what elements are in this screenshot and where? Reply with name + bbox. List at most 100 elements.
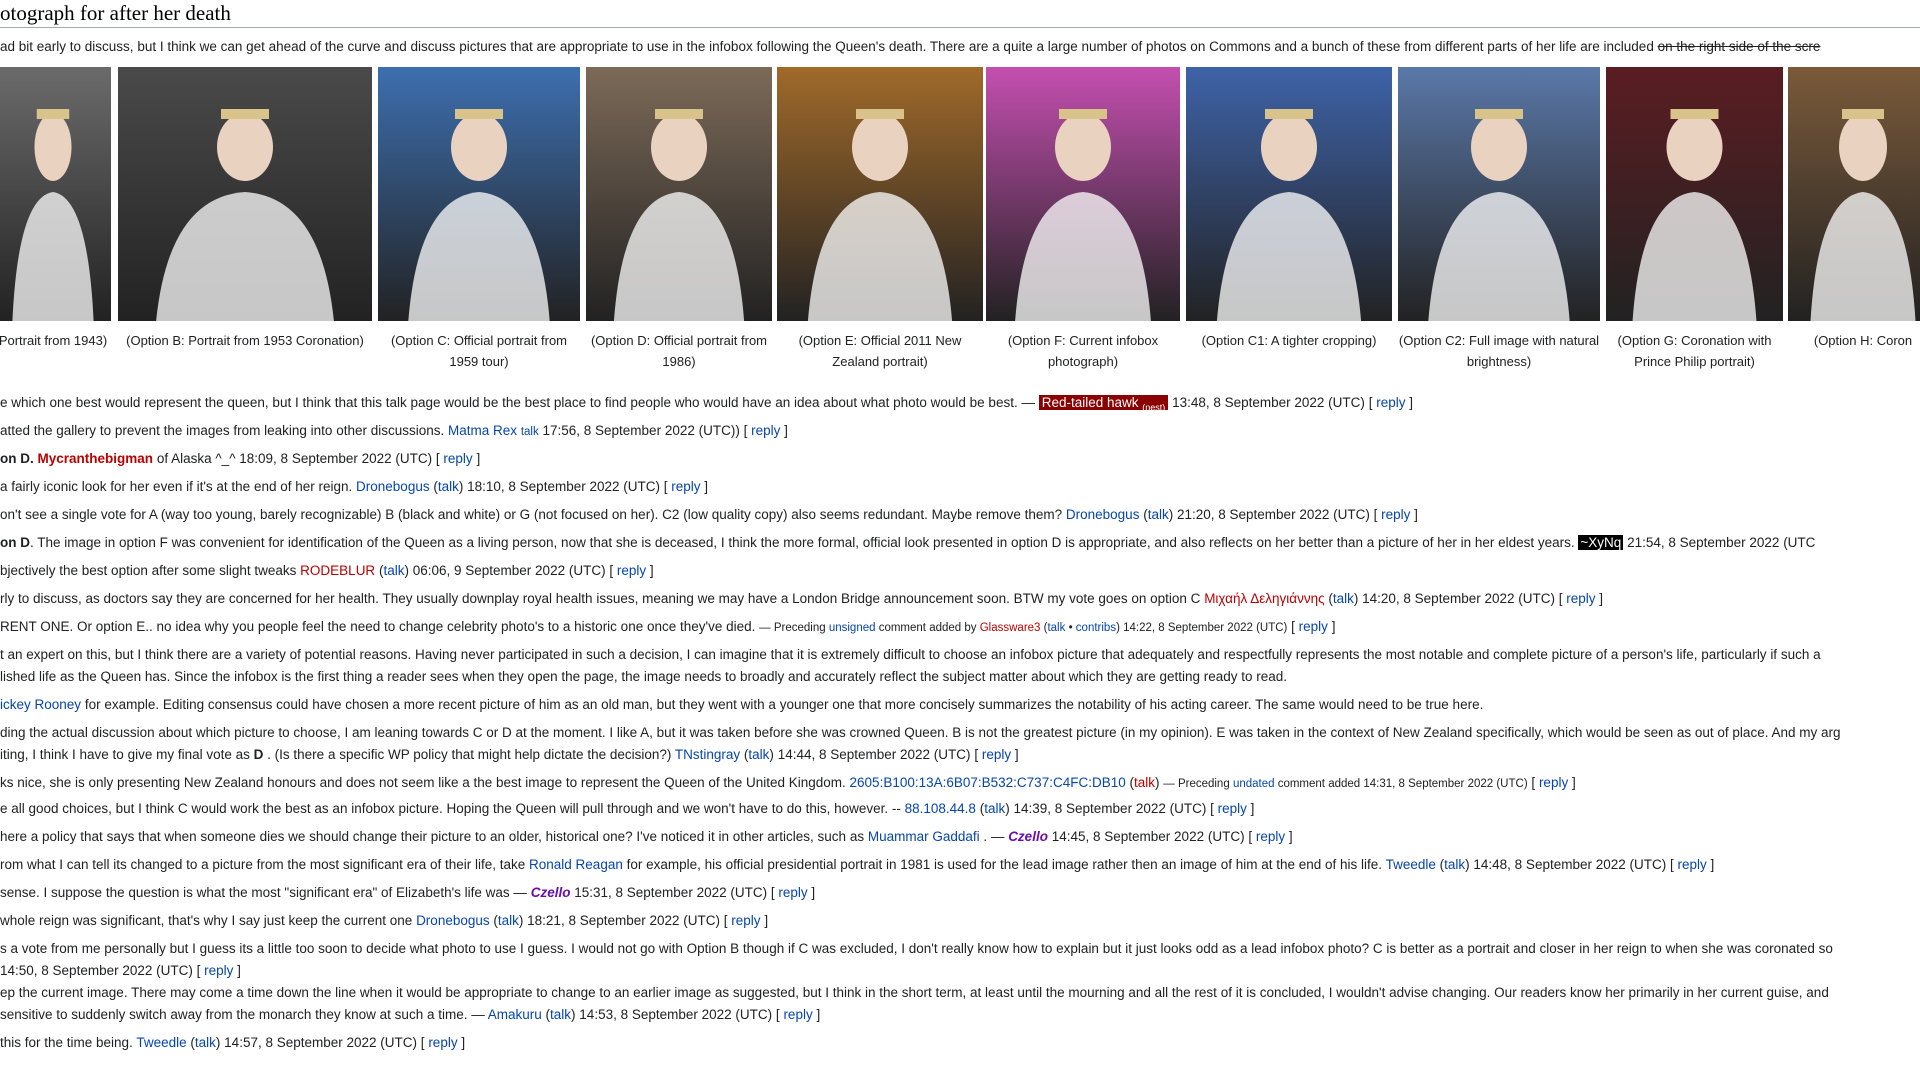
reply-link[interactable]: reply <box>204 963 233 978</box>
article-link[interactable]: ickey Rooney <box>0 697 81 712</box>
portrait-silhouette <box>12 109 94 321</box>
reply-link[interactable]: reply <box>1256 829 1285 844</box>
article-link[interactable]: Ronald Reagan <box>529 857 623 872</box>
user-link[interactable]: Czello <box>531 885 571 900</box>
reply-container: [ reply ] <box>723 913 769 928</box>
gallery-item[interactable]: (Option B: Portrait from 1953 Coronation… <box>118 67 372 351</box>
user-link[interactable]: 88.108.44.8 <box>905 801 976 816</box>
reply-link[interactable]: reply <box>671 479 700 494</box>
gallery-image[interactable] <box>586 67 772 321</box>
reply-link[interactable]: reply <box>1299 619 1328 634</box>
user-link[interactable]: Dronebogus <box>356 479 430 494</box>
gallery-image[interactable] <box>1398 67 1600 321</box>
talk-link[interactable]: talk <box>1148 507 1169 522</box>
preceding-note: — Preceding <box>759 622 829 634</box>
user-link[interactable]: Μιχαήλ Δεληγιάννης <box>1204 591 1324 606</box>
talk-link[interactable]: talk <box>498 913 519 928</box>
user-link[interactable]: TNstingray <box>675 747 740 762</box>
comment-text: s a vote from me personally but I guess … <box>0 941 1833 956</box>
comment-text: bjectively the best option after some sl… <box>0 563 297 578</box>
comment-text: . The image in option F was convenient f… <box>30 535 1575 550</box>
gallery-item[interactable]: (Option C1: A tighter cropping) <box>1186 67 1392 351</box>
user-link[interactable]: Tweedle <box>1386 857 1436 872</box>
talk-link[interactable]: talk <box>984 801 1005 816</box>
talk-link[interactable]: talk <box>438 479 459 494</box>
reply-link[interactable]: reply <box>783 1007 812 1022</box>
reply-link[interactable]: reply <box>1218 801 1247 816</box>
reply-link[interactable]: reply <box>982 747 1011 762</box>
gallery-item[interactable]: (Option C: Official portrait from 1959 t… <box>378 67 580 372</box>
talk-link[interactable]: talk <box>748 747 769 762</box>
gallery-image[interactable] <box>0 67 111 321</box>
reply-link[interactable]: reply <box>1566 591 1595 606</box>
comment-text: on't see a single vote for A (way too yo… <box>0 507 1063 522</box>
user-link[interactable]: Czello <box>1008 829 1048 844</box>
gallery-image[interactable] <box>118 67 372 321</box>
user-link[interactable]: Dronebogus <box>416 913 490 928</box>
reply-container: [ reply ] <box>974 747 1019 762</box>
reply-link[interactable]: reply <box>617 563 646 578</box>
comment-line: on D. The image in option F was convenie… <box>0 533 1920 553</box>
reply-link[interactable]: reply <box>428 1035 457 1050</box>
reply-link[interactable]: reply <box>751 423 780 438</box>
gallery-image[interactable] <box>1186 67 1392 321</box>
article-link[interactable]: Muammar Gaddafi <box>868 829 980 844</box>
comment-text: ding the actual discussion about which p… <box>0 725 1841 740</box>
reply-container: [ reply ] <box>1558 591 1604 606</box>
user-signature[interactable]: Red-tailed hawk (nest) <box>1038 395 1169 413</box>
gallery-item[interactable]: (Option F: Current infobox photograph) <box>986 67 1180 372</box>
user-link[interactable]: Amakuru <box>488 1007 542 1022</box>
talk-link[interactable]: talk <box>1134 775 1155 790</box>
user-link[interactable]: Dronebogus <box>1066 507 1140 522</box>
comment-line: whole reign was significant, that's why … <box>0 913 769 928</box>
gallery-image[interactable] <box>1788 67 1920 321</box>
talk-link[interactable]: talk <box>383 563 404 578</box>
gallery-image[interactable] <box>378 67 580 321</box>
contribs-link[interactable]: contribs <box>1076 622 1116 634</box>
reply-link[interactable]: reply <box>1381 507 1410 522</box>
user-link[interactable]: Matma Rex <box>448 423 517 438</box>
talk-link[interactable]: talk <box>1047 622 1065 634</box>
reply-container: [ reply ] <box>1531 775 1576 790</box>
talk-link[interactable]: talk <box>550 1007 571 1022</box>
gallery-caption: (Option G: Coronation with Prince Philip… <box>1617 333 1772 369</box>
timestamp: 14:44, 8 September 2022 (UTC) <box>777 747 971 762</box>
comment-text: rly to discuss, as doctors say they are … <box>0 591 1201 606</box>
talk-link[interactable]: talk <box>1444 857 1465 872</box>
user-link[interactable]: RODEBLUR <box>300 563 375 578</box>
reply-container: [ reply ] <box>435 451 481 466</box>
signature-sub[interactable]: (nest) <box>1142 403 1165 413</box>
reply-link[interactable]: reply <box>1376 395 1405 410</box>
talk-link[interactable]: talk <box>195 1035 216 1050</box>
gallery-image[interactable] <box>986 67 1180 321</box>
reply-container: [ reply ] <box>1670 857 1715 872</box>
user-link[interactable]: Mycranthebigman <box>38 451 154 466</box>
gallery-item[interactable]: (Option D: Official portrait from 1986) <box>586 67 772 372</box>
gallery-item[interactable]: (Option E: Official 2011 New Zealand por… <box>777 67 983 372</box>
reply-container: [ reply ] <box>1248 829 1293 844</box>
reply-container: [ reply ] <box>420 1035 466 1050</box>
gallery-item[interactable]: (Option C2: Full image with natural brig… <box>1398 67 1600 372</box>
comment-line: on D. Mycranthebigman of Alaska ^_^ 18:0… <box>0 449 1920 469</box>
user-link[interactable]: 2605:B100:13A:6B07:B532:C737:C4FC:DB10 <box>850 775 1126 790</box>
timestamp: ) 14:22, 8 September 2022 (UTC) <box>1116 622 1288 634</box>
reply-link[interactable]: reply <box>443 451 472 466</box>
reply-link[interactable]: reply <box>731 913 760 928</box>
reply-link[interactable]: reply <box>1678 857 1707 872</box>
comment-line: e which one best would represent the que… <box>0 393 1920 418</box>
user-link[interactable]: Glassware3 <box>980 622 1041 634</box>
talk-link[interactable]: talk <box>1333 591 1354 606</box>
gallery-item[interactable]: (Option H: Coron <box>1788 67 1920 351</box>
comment-line: s a vote from me personally but I guess … <box>0 939 1920 959</box>
reply-link[interactable]: reply <box>778 885 807 900</box>
gallery-item[interactable]: Portrait from 1943) <box>0 67 111 351</box>
unsigned-link[interactable]: unsigned <box>829 622 876 634</box>
user-signature[interactable]: ~XyNq <box>1578 535 1624 550</box>
gallery-item[interactable]: (Option G: Coronation with Prince Philip… <box>1606 67 1783 372</box>
talk-link[interactable]: talk <box>521 426 539 438</box>
reply-link[interactable]: reply <box>1539 775 1568 790</box>
gallery-image[interactable] <box>777 67 983 321</box>
user-link[interactable]: Tweedle <box>136 1035 186 1050</box>
gallery-image[interactable] <box>1606 67 1783 321</box>
unsigned-link[interactable]: undated <box>1233 778 1275 790</box>
